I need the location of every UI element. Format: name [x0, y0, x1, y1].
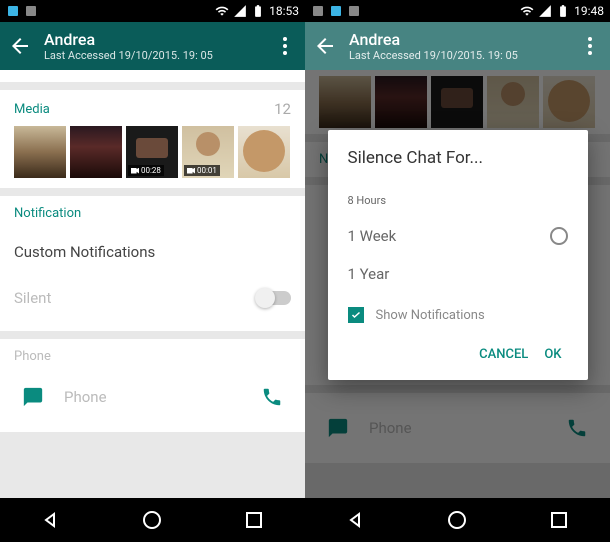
silent-row[interactable]: Silent: [14, 275, 291, 321]
call-icon[interactable]: [261, 386, 283, 408]
media-count: 12: [274, 100, 291, 118]
last-accessed: Last Accessed 19/10/2015. 19: 05: [349, 49, 578, 62]
right-phone-screen: 19:48 Andrea Last Accessed 19/10/2015. 1…: [305, 0, 610, 542]
radio-option-1-week[interactable]: 1 Week: [348, 217, 568, 255]
contact-name: Andrea: [349, 30, 578, 49]
last-accessed: Last Accessed 19/10/2015. 19: 05: [44, 49, 273, 62]
notif-icon: [311, 4, 325, 18]
nav-recent-button[interactable]: [547, 508, 571, 532]
battery-icon: [556, 4, 570, 18]
silent-label: Silent: [14, 289, 51, 307]
silence-dialog: Silence Chat For... 8 Hours 1 Week 1 Yea…: [328, 130, 588, 380]
media-label: Media: [14, 102, 50, 117]
phone-header: Phone: [14, 349, 51, 364]
radio-option-1-year[interactable]: 1 Year: [348, 255, 568, 293]
app-bar: Andrea Last Accessed 19/10/2015. 19: 05: [305, 22, 610, 70]
notification-section: Notification Custom Notifications Silent: [0, 196, 305, 331]
app-bar: Andrea Last Accessed 19/10/2015. 19: 05: [0, 22, 305, 70]
media-thumbnail[interactable]: 00:28: [126, 126, 178, 178]
nav-bar: [0, 498, 305, 542]
custom-notifications-row[interactable]: Custom Notifications: [14, 229, 291, 275]
dialog-actions: CANCEL OK: [348, 331, 568, 370]
notif-icon: [329, 4, 343, 18]
notif-icon: [6, 4, 20, 18]
custom-notifications-label: Custom Notifications: [14, 243, 155, 261]
ok-button[interactable]: OK: [538, 339, 567, 370]
clock: 19:48: [574, 4, 604, 18]
show-notifications-label: Show Notifications: [376, 308, 485, 323]
status-bar: 19:48: [305, 0, 610, 22]
media-thumbnail[interactable]: [14, 126, 66, 178]
battery-icon: [251, 4, 265, 18]
dialog-title: Silence Chat For...: [348, 148, 568, 168]
media-thumbnail[interactable]: 00:01: [182, 126, 234, 178]
notification-header: Notification: [14, 206, 81, 221]
nav-back-button[interactable]: [344, 508, 368, 532]
media-section[interactable]: Media 12 00:28 00:01: [0, 90, 305, 188]
video-duration-badge: 00:01: [184, 165, 220, 176]
signal-icon: [538, 4, 552, 18]
signal-icon: [233, 4, 247, 18]
media-thumbnail[interactable]: [70, 126, 122, 178]
checkbox-checked-icon: [348, 307, 364, 323]
media-thumbnail[interactable]: [238, 126, 290, 178]
cancel-button[interactable]: CANCEL: [473, 339, 534, 370]
notif-icon: [24, 4, 38, 18]
dialog-scrim[interactable]: Silence Chat For... 8 Hours 1 Week 1 Yea…: [305, 70, 610, 498]
video-duration-badge: 00:28: [128, 165, 164, 176]
nav-bar: [305, 498, 610, 542]
contact-name: Andrea: [44, 30, 273, 49]
notif-icon: [347, 4, 361, 18]
nav-back-button[interactable]: [39, 508, 63, 532]
show-notifications-checkbox-row[interactable]: Show Notifications: [348, 293, 568, 331]
wifi-icon: [520, 4, 534, 18]
overflow-menu-button[interactable]: [273, 34, 297, 58]
status-bar: 18:53: [0, 0, 305, 22]
overflow-menu-button: [578, 34, 602, 58]
left-phone-screen: 18:53 Andrea Last Accessed 19/10/2015. 1…: [0, 0, 305, 542]
media-thumbnails: 00:28 00:01: [14, 126, 291, 178]
back-button: [313, 34, 337, 58]
radio-option-8-hours[interactable]: 8 Hours: [348, 184, 568, 217]
nav-home-button[interactable]: [140, 508, 164, 532]
clock: 18:53: [269, 4, 299, 18]
back-button[interactable]: [8, 34, 32, 58]
phone-row: Phone: [14, 372, 291, 422]
app-bar-title: Andrea Last Accessed 19/10/2015. 19: 05: [44, 30, 273, 62]
silent-toggle[interactable]: [257, 291, 291, 305]
phone-number-label: Phone: [44, 388, 261, 406]
nav-recent-button[interactable]: [242, 508, 266, 532]
nav-home-button[interactable]: [445, 508, 469, 532]
radio-indicator: [550, 227, 568, 245]
content-area: Media 12 00:28 00:01 Notification Custom…: [0, 70, 305, 498]
phone-section: Phone Phone: [0, 339, 305, 432]
message-icon[interactable]: [22, 386, 44, 408]
wifi-icon: [215, 4, 229, 18]
